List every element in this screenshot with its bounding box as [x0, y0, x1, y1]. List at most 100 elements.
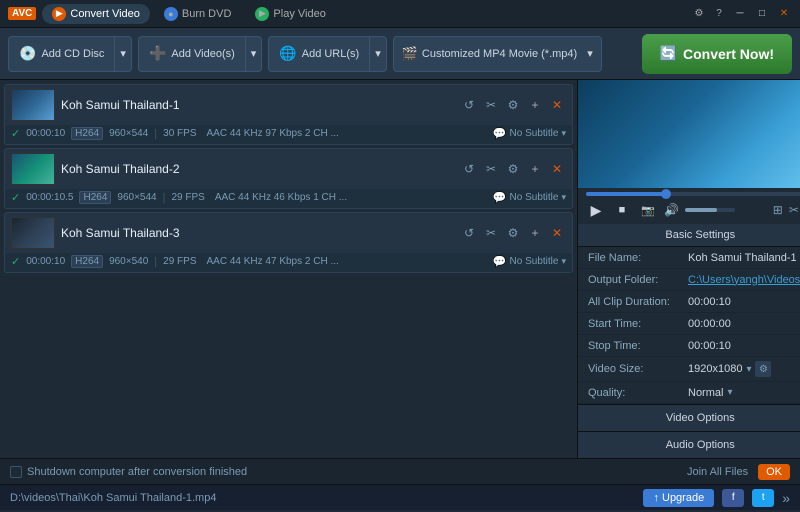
stoptime-label: Stop Time:	[588, 340, 688, 352]
add-cd-label: Add CD Disc	[41, 48, 104, 60]
nav-burn-dvd[interactable]: ● Burn DVD	[154, 4, 242, 24]
delete-icon[interactable]: ✕	[548, 96, 566, 114]
cut-icon[interactable]: ✂	[482, 96, 500, 114]
outputfolder-value[interactable]: C:\Users\yangh\Videos\...	[688, 274, 800, 286]
check-icon: ✓	[11, 191, 20, 204]
audio-info: AAC 44 KHz 97 Kbps 2 CH ...	[207, 128, 339, 139]
play-button[interactable]: ▶	[586, 200, 606, 220]
close-button[interactable]: ✕	[776, 7, 792, 21]
add-video-icon: ➕	[149, 45, 166, 62]
videosize-dropdown-icon[interactable]: ▾	[746, 364, 751, 375]
format-selector[interactable]: 🎬 Customized MP4 Movie (*.mp4) ▾	[393, 36, 602, 72]
add-icon[interactable]: +	[526, 96, 544, 114]
format-chevron-icon: ▾	[587, 47, 593, 60]
subtitle-label: No Subtitle	[510, 256, 559, 267]
volume-slider[interactable]	[685, 208, 735, 212]
audio-info: AAC 44 KHz 46 Kbps 1 CH ...	[215, 192, 347, 203]
nav-play-video[interactable]: ▶ Play Video	[245, 4, 335, 24]
video-codec: H264	[71, 127, 103, 140]
settings-icon[interactable]: ⚙	[504, 160, 522, 178]
cut-icon[interactable]: ✂	[482, 224, 500, 242]
file-name: Koh Samui Thailand-3	[61, 226, 454, 240]
settings-icon[interactable]: ⚙	[504, 224, 522, 242]
file-item: Koh Samui Thailand-3 ↺ ✂ ⚙ + ✕ ✓ 00:00:1…	[4, 212, 573, 273]
sync-icon[interactable]: ↺	[460, 160, 478, 178]
add-icon[interactable]: +	[526, 224, 544, 242]
delete-icon[interactable]: ✕	[548, 224, 566, 242]
videosize-settings-button[interactable]: ⚙	[755, 361, 771, 377]
progress-thumb	[661, 189, 671, 199]
resolution-info: 960×540	[109, 256, 148, 267]
nav-play-label: Play Video	[273, 8, 325, 20]
delete-icon[interactable]: ✕	[548, 160, 566, 178]
file-thumbnail	[11, 89, 55, 121]
quality-dropdown-icon[interactable]: ▾	[727, 387, 732, 398]
toolbar: 💿 Add CD Disc ▾ ➕ Add Video(s) ▾ 🌐 Add U…	[0, 28, 800, 80]
duration-label: All Clip Duration:	[588, 296, 688, 308]
quality-controls: Normal ▾	[688, 387, 732, 399]
video-codec: H264	[71, 255, 103, 268]
settings-icon[interactable]: ⚙	[692, 7, 706, 21]
settings-filename-row: File Name: Koh Samui Thailand-1	[578, 247, 800, 269]
subtitle-selector[interactable]: 💬 No Subtitle ▾	[493, 255, 566, 268]
outputfolder-label: Output Folder:	[588, 274, 688, 286]
facebook-button[interactable]: f	[722, 489, 744, 507]
preview-controls: ▶ ■ 📷 🔊 ⊞ ✂ ⤢	[578, 188, 800, 224]
playback-controls: ▶ ■ 📷 🔊 ⊞ ✂ ⤢	[586, 200, 800, 220]
convert-now-button[interactable]: 🔄 Convert Now!	[642, 34, 792, 74]
add-cd-chevron-icon: ▾	[120, 47, 126, 60]
cut-icon[interactable]: ✂	[482, 160, 500, 178]
settings-icon[interactable]: ⚙	[504, 96, 522, 114]
sync-icon[interactable]: ↺	[460, 96, 478, 114]
url-icon: 🌐	[279, 45, 296, 62]
subtitle-selector[interactable]: 💬 No Subtitle ▾	[493, 127, 566, 140]
resolution-info: 960×544	[117, 192, 156, 203]
copy-icon[interactable]: ⊞	[773, 203, 783, 218]
add-icon[interactable]: +	[526, 160, 544, 178]
resolution-info: 960×544	[109, 128, 148, 139]
progress-fill	[586, 192, 666, 196]
shutdown-label: Shutdown computer after conversion finis…	[27, 466, 247, 478]
convert-now-label: Convert Now!	[683, 46, 774, 62]
minimize-button[interactable]: ─	[732, 7, 748, 21]
starttime-label: Start Time:	[588, 318, 688, 330]
add-url-button[interactable]: 🌐 Add URL(s) ▾	[268, 36, 386, 72]
sync-icon[interactable]: ↺	[460, 224, 478, 242]
playback-extra: ⊞ ✂ ⤢	[773, 203, 800, 218]
screenshot-button[interactable]: 📷	[638, 200, 658, 220]
progress-bar[interactable]	[586, 192, 800, 196]
trim-icon[interactable]: ✂	[789, 203, 799, 218]
stop-button[interactable]: ■	[612, 200, 632, 220]
video-options-button[interactable]: Video Options	[578, 404, 800, 431]
settings-stoptime-row: Stop Time: 00:00:10	[578, 335, 800, 357]
ok-button[interactable]: OK	[758, 464, 790, 480]
file-actions: ↺ ✂ ⚙ + ✕	[460, 160, 566, 178]
nav-convert-video[interactable]: ▶ Convert Video	[42, 4, 150, 24]
settings-panel: Basic Settings File Name: Koh Samui Thai…	[578, 224, 800, 458]
forward-button[interactable]: »	[782, 490, 790, 506]
help-icon[interactable]: ?	[712, 7, 726, 21]
maximize-button[interactable]: □	[754, 7, 770, 21]
quality-label: Quality:	[588, 387, 688, 399]
shutdown-checkbox-row[interactable]: Shutdown computer after conversion finis…	[10, 466, 247, 478]
audio-options-button[interactable]: Audio Options	[578, 431, 800, 458]
shutdown-checkbox[interactable]	[10, 466, 22, 478]
video-codec: H264	[79, 191, 111, 204]
add-videos-button[interactable]: ➕ Add Video(s) ▾	[138, 36, 262, 72]
starttime-value: 00:00:00	[688, 318, 800, 330]
subtitle-selector[interactable]: 💬 No Subtitle ▾	[493, 191, 566, 204]
upgrade-button[interactable]: ↑ Upgrade	[643, 489, 714, 507]
add-cd-disc-button[interactable]: 💿 Add CD Disc ▾	[8, 36, 132, 72]
file-thumbnail	[11, 217, 55, 249]
filename-label: File Name:	[588, 252, 688, 264]
fps-info: 30 FPS	[163, 128, 196, 139]
stoptime-value: 00:00:10	[688, 340, 800, 352]
subtitle-chevron-icon: ▾	[561, 128, 566, 139]
subtitle-label: No Subtitle	[510, 192, 559, 203]
subtitle-chevron-icon: ▾	[561, 256, 566, 267]
add-video-chevron-icon: ▾	[251, 47, 257, 60]
twitter-button[interactable]: t	[752, 489, 774, 507]
file-actions: ↺ ✂ ⚙ + ✕	[460, 96, 566, 114]
title-nav: ▶ Convert Video ● Burn DVD ▶ Play Video	[42, 4, 692, 24]
join-files-label: Join All Files	[687, 466, 748, 478]
